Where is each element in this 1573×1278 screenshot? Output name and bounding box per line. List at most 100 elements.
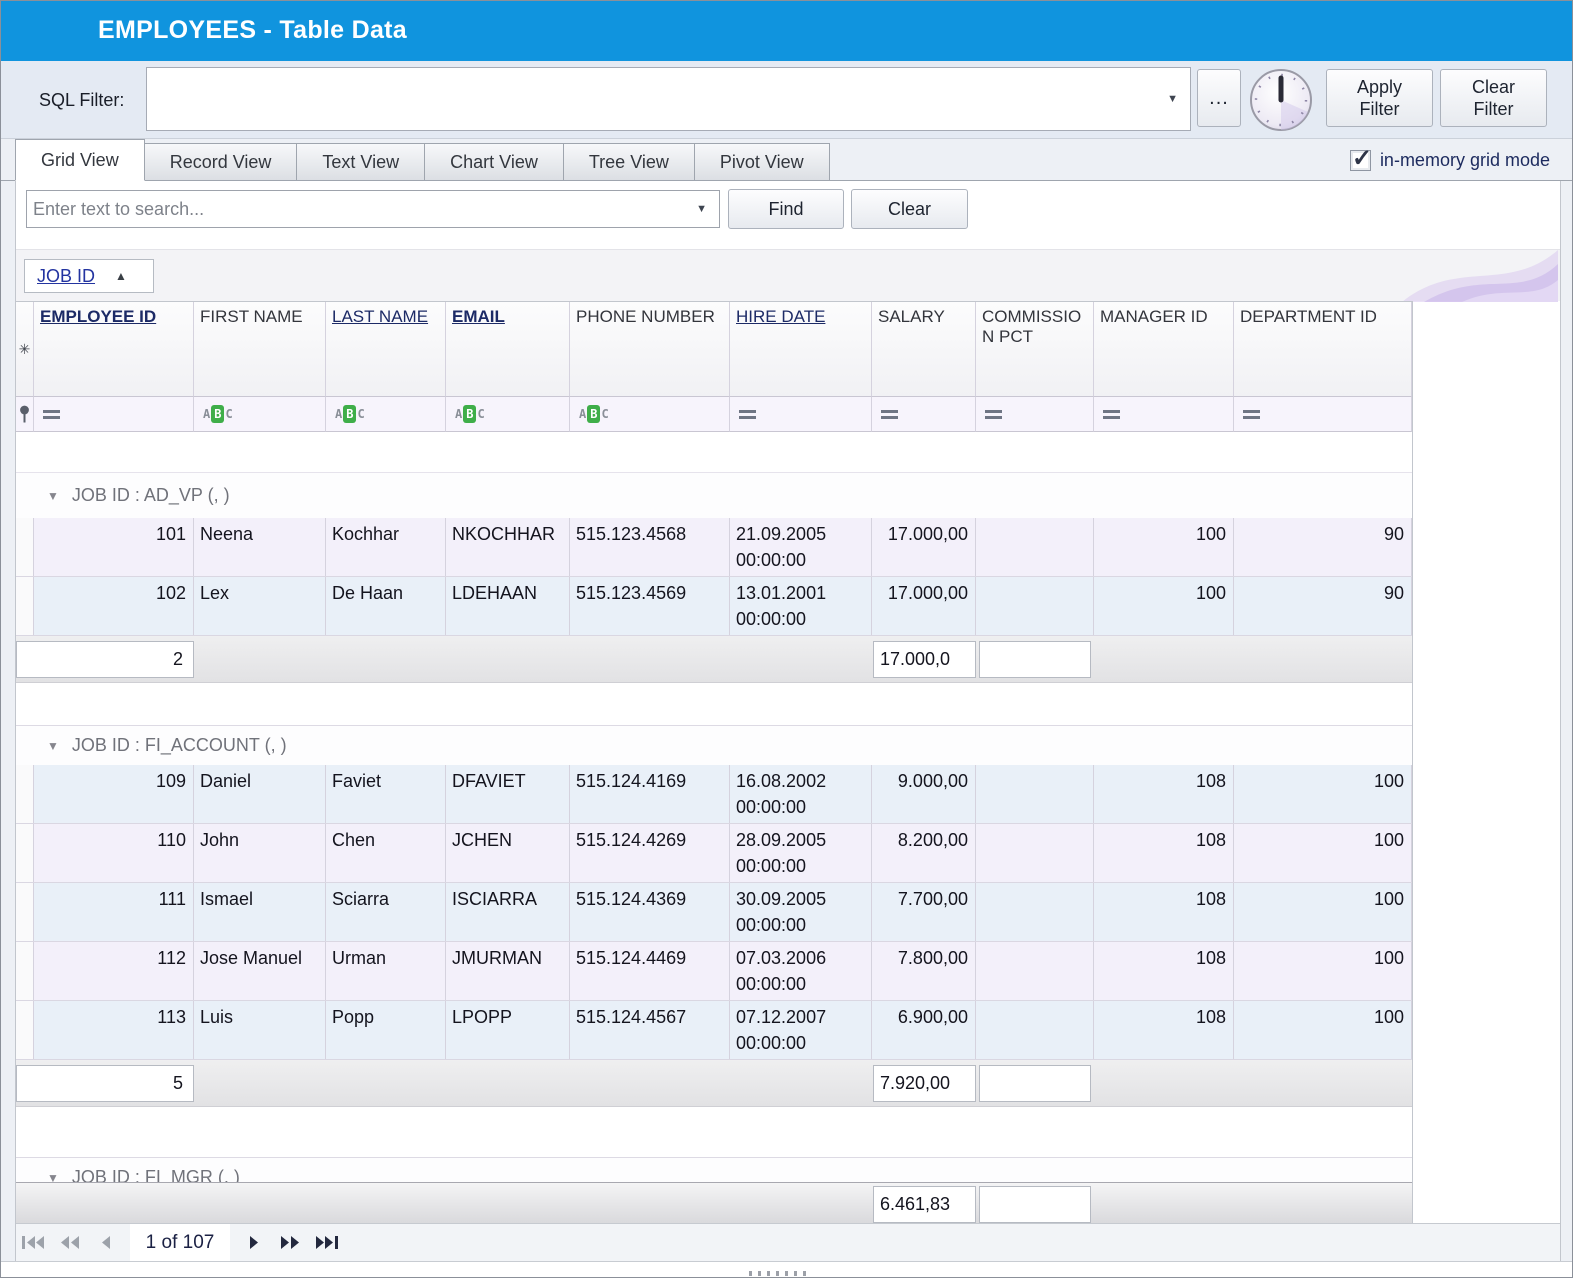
grid-cell[interactable]: 109 [34,765,194,823]
clear-filter-button[interactable]: Clear Filter [1440,69,1547,127]
grid-cell[interactable]: 108 [1094,1001,1234,1059]
collapse-triangle-icon[interactable]: ▼ [47,739,59,753]
filter-cell-email[interactable]: ABC [446,397,570,432]
group-row[interactable]: ▼ JOB ID : FI_MGR (, ) [16,1157,1412,1182]
filter-browse-button[interactable]: ... [1197,69,1241,127]
grid-cell[interactable]: 90 [1234,577,1412,635]
grid-cell[interactable]: 110 [34,824,194,882]
grid-cell[interactable]: 7.800,00 [872,942,976,1000]
column-header-employee-id[interactable]: EMPLOYEE ID [34,302,194,397]
grid-cell[interactable]: 108 [1094,942,1234,1000]
grid-cell[interactable]: 07.12.2007 00:00:00 [730,1001,872,1059]
apply-filter-button[interactable]: Apply Filter [1326,69,1433,127]
grid-cell[interactable]: 07.03.2006 00:00:00 [730,942,872,1000]
filter-cell-last-name[interactable]: ABC [326,397,446,432]
grid-cell[interactable]: Kochhar [326,518,446,576]
grid-cell[interactable]: NKOCHHAR [446,518,570,576]
grid-cell[interactable]: LPOPP [446,1001,570,1059]
collapse-triangle-icon[interactable]: ▼ [47,1171,59,1183]
grid-cell[interactable]: 108 [1094,883,1234,941]
grid-cell[interactable]: De Haan [326,577,446,635]
grid-cell[interactable] [976,883,1094,941]
grid-cell[interactable] [976,518,1094,576]
grid-cell[interactable]: DFAVIET [446,765,570,823]
grid-cell[interactable]: 17.000,00 [872,577,976,635]
column-header-hire-date[interactable]: HIRE DATE [730,302,872,397]
find-button[interactable]: Find [728,189,844,229]
grid-cell[interactable]: Popp [326,1001,446,1059]
grid-cell[interactable]: 101 [34,518,194,576]
table-row[interactable]: 112 Jose Manuel Urman JMURMAN 515.124.4469 07… [16,942,1412,1001]
grid-cell[interactable]: 102 [34,577,194,635]
search-combo[interactable]: ▼ [26,190,720,228]
column-header-department-id[interactable]: DEPARTMENT ID [1234,302,1412,397]
grid-cell[interactable] [976,577,1094,635]
grid-cell[interactable] [976,942,1094,1000]
grid-cell[interactable]: Neena [194,518,326,576]
filter-cell-first-name[interactable]: ABC [194,397,326,432]
grid-cell[interactable]: 515.123.4568 [570,518,730,576]
grid-cell[interactable]: 108 [1094,824,1234,882]
chevron-down-icon[interactable]: ▼ [1167,93,1178,105]
grid-cell[interactable]: 515.124.4169 [570,765,730,823]
table-row[interactable]: 110 John Chen JCHEN 515.124.4269 28.09.2005 0… [16,824,1412,883]
nav-next-button[interactable] [236,1224,272,1261]
grid-cell[interactable]: 515.123.4569 [570,577,730,635]
column-header-salary[interactable]: SALARY [872,302,976,397]
grid-cell[interactable]: 6.900,00 [872,1001,976,1059]
tab-pivot-view[interactable]: Pivot View [693,143,830,181]
nav-prev-button[interactable] [88,1224,124,1261]
grid-cell[interactable]: 515.124.4369 [570,883,730,941]
group-by-job-id-chip[interactable]: JOB ID ▲ [24,259,154,293]
in-memory-checkbox[interactable]: ✓ [1349,145,1372,172]
grid-cell[interactable]: 90 [1234,518,1412,576]
sql-filter-input[interactable] [151,72,1141,126]
grid-cell[interactable]: 8.200,00 [872,824,976,882]
grid-cell[interactable] [976,1001,1094,1059]
grid-cell[interactable]: 112 [34,942,194,1000]
grid-cell[interactable]: Jose Manuel [194,942,326,1000]
grid-cell[interactable]: John [194,824,326,882]
grid-cell[interactable]: 100 [1094,577,1234,635]
grid-cell[interactable]: Chen [326,824,446,882]
nav-next-page-button[interactable] [272,1224,308,1261]
grid-cell[interactable]: 100 [1094,518,1234,576]
filter-cell-department-id[interactable] [1234,397,1412,432]
grid-cell[interactable]: 100 [1234,765,1412,823]
grid-cell[interactable]: Daniel [194,765,326,823]
grid-cell[interactable]: 113 [34,1001,194,1059]
grid-cell[interactable]: LDEHAAN [446,577,570,635]
grid-cell[interactable]: 515.124.4269 [570,824,730,882]
grid-cell[interactable]: JCHEN [446,824,570,882]
search-clear-button[interactable]: Clear [851,189,968,229]
grid-cell[interactable]: 7.700,00 [872,883,976,941]
filter-cell-commission-pct[interactable] [976,397,1094,432]
grid-cell[interactable]: 16.08.2002 00:00:00 [730,765,872,823]
grid-cell[interactable]: 100 [1234,824,1412,882]
grid-cell[interactable]: 515.124.4469 [570,942,730,1000]
grid-cell[interactable]: ISCIARRA [446,883,570,941]
group-row[interactable]: ▼ JOB ID : AD_VP (, ) [16,472,1412,518]
grid-cell[interactable]: 17.000,00 [872,518,976,576]
table-row[interactable]: 109 Daniel Faviet DFAVIET 515.124.4169 16.08.… [16,765,1412,824]
column-header-manager-id[interactable]: MANAGER ID [1094,302,1234,397]
nav-prev-page-button[interactable] [52,1224,88,1261]
search-input[interactable] [33,194,683,224]
tab-grid-view[interactable]: Grid View [15,139,145,181]
column-header-email[interactable]: EMAIL [446,302,570,397]
table-row[interactable]: 101 Neena Kochhar NKOCHHAR 515.123.4568 21.09… [16,518,1412,577]
filter-cell-salary[interactable] [872,397,976,432]
tab-record-view[interactable]: Record View [143,143,298,181]
nav-last-button[interactable] [308,1224,344,1261]
grid-cell[interactable]: 108 [1094,765,1234,823]
collapse-triangle-icon[interactable]: ▼ [47,489,59,503]
grid-cell[interactable]: 28.09.2005 00:00:00 [730,824,872,882]
grid-cell[interactable]: Faviet [326,765,446,823]
tab-tree-view[interactable]: Tree View [562,143,695,181]
table-row[interactable]: 113 Luis Popp LPOPP 515.124.4567 07.12.2007 0… [16,1001,1412,1060]
column-header-last-name[interactable]: LAST NAME [326,302,446,397]
grid-cell[interactable]: 100 [1234,1001,1412,1059]
grid-cell[interactable]: 111 [34,883,194,941]
column-header-commission-pct[interactable]: COMMISSION PCT [976,302,1094,397]
grid-cell[interactable]: Lex [194,577,326,635]
